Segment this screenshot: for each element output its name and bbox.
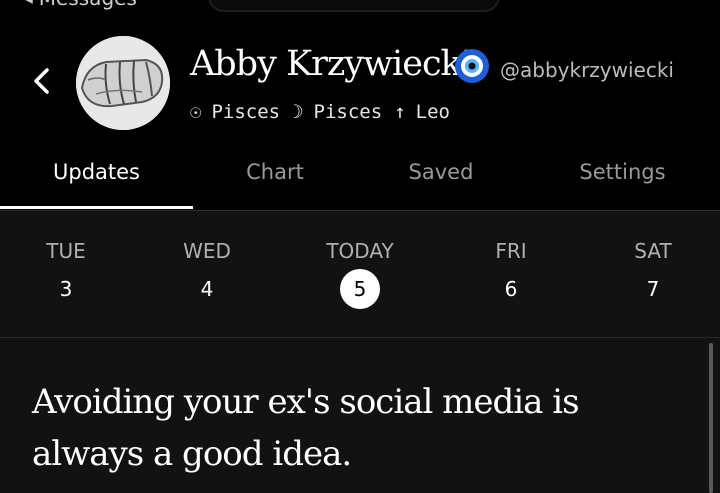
rising-arrow-icon: ↑ xyxy=(394,101,406,123)
day-label: SAT xyxy=(634,239,672,263)
day-label: TUE xyxy=(46,239,86,263)
evil-eye-icon xyxy=(455,49,489,83)
moon-icon: ☽ xyxy=(292,101,304,123)
sun-sign-label: Pisces xyxy=(211,101,281,123)
tab-updates[interactable]: Updates xyxy=(0,140,193,210)
status-bar: ◀ Messages xyxy=(0,0,720,20)
avatar[interactable] xyxy=(76,36,170,130)
profile-name: Abby Krzywiecki xyxy=(190,44,472,84)
profile-handle: @abbykrzywiecki xyxy=(500,58,674,82)
chevron-left-icon[interactable] xyxy=(30,64,52,98)
day-number: 3 xyxy=(59,277,73,301)
rising-sign: ↑ Leo xyxy=(394,98,450,126)
big-three-signs: ☉ Pisces ☽ Pisces ↑ Leo xyxy=(190,98,462,126)
sun-sign: ☉ Pisces xyxy=(190,98,280,126)
tab-chart[interactable]: Chart xyxy=(193,140,357,210)
scrollbar[interactable] xyxy=(709,343,713,493)
back-messages-label: Messages xyxy=(39,0,137,10)
tab-settings[interactable]: Settings xyxy=(525,140,720,210)
day-number: 6 xyxy=(504,277,518,301)
today-date-circle: 5 xyxy=(340,269,380,309)
daily-update-text: Avoiding your ex's social media is alway… xyxy=(32,382,580,474)
back-triangle-icon: ◀ xyxy=(22,0,33,10)
day-label: FRI xyxy=(495,239,527,263)
back-to-messages[interactable]: ◀ Messages xyxy=(22,0,137,10)
day-label: WED xyxy=(183,239,231,263)
moon-sign-label: Pisces xyxy=(313,101,383,123)
rising-sign-label: Leo xyxy=(415,101,450,123)
active-tab-indicator xyxy=(0,206,193,209)
profile-tabs: Updates Chart Saved Settings xyxy=(0,140,720,211)
avatar-fist-image xyxy=(76,36,170,130)
day-label: TODAY xyxy=(326,239,394,263)
sun-icon: ☉ xyxy=(190,101,202,123)
moon-sign: ☽ Pisces xyxy=(292,98,382,126)
day-number: 4 xyxy=(200,277,214,301)
day-number: 7 xyxy=(646,277,660,301)
tab-saved[interactable]: Saved xyxy=(357,140,525,210)
week-selector: TUE 3 WED 4 TODAY 5 FRI 6 SAT 7 xyxy=(0,211,720,338)
dynamic-island xyxy=(208,0,500,12)
